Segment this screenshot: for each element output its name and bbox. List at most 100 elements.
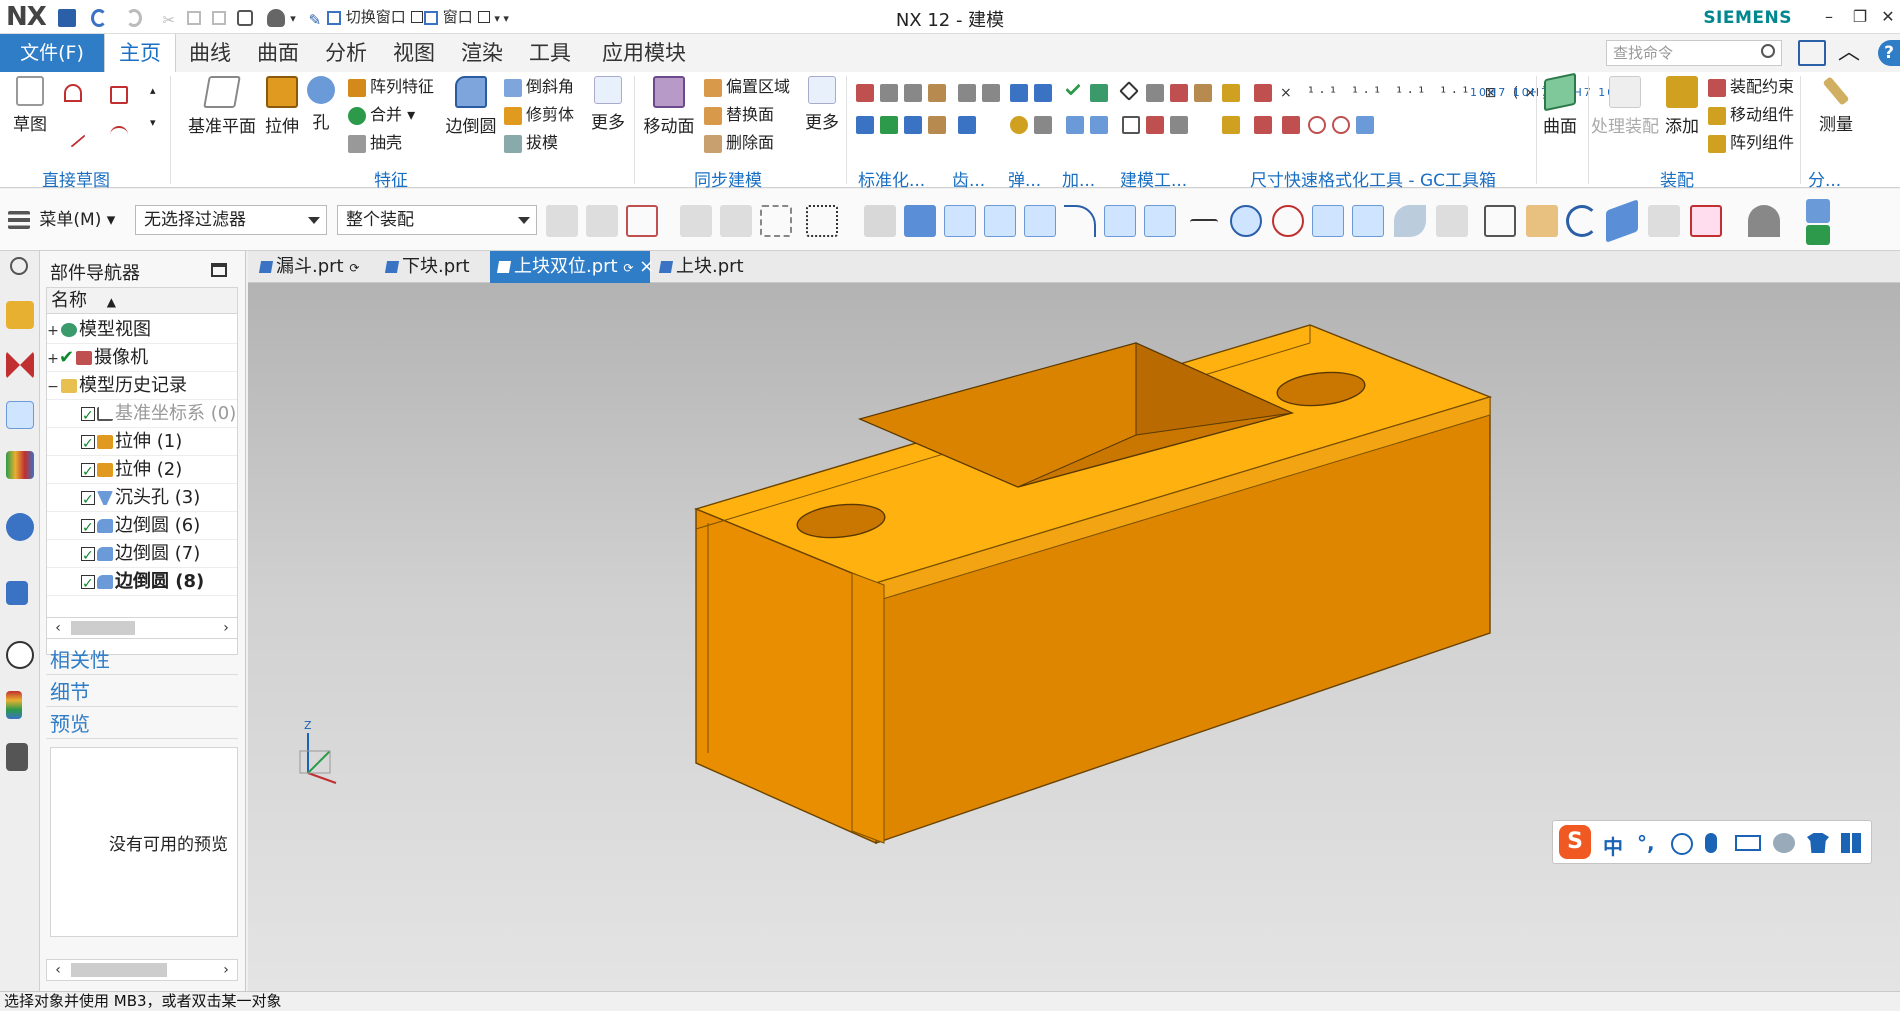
window-menu-button[interactable]: 窗口 ▾ ▾	[424, 6, 509, 28]
model-vertical-blend[interactable]	[851, 572, 885, 844]
dimension-icon[interactable]	[1356, 116, 1374, 134]
tab-curve[interactable]: 曲线	[180, 34, 240, 72]
tree-item-current[interactable]: 边倒圆 (8)	[47, 568, 237, 598]
select-body-icon[interactable]	[864, 205, 896, 237]
sync-more-button[interactable]: 更多	[804, 76, 840, 133]
surface-button[interactable]: 曲面	[1538, 72, 1582, 137]
hole-button[interactable]: 孔	[304, 76, 338, 133]
dimension-icon[interactable]	[1282, 116, 1300, 134]
snap-point-on-curve-icon[interactable]	[1352, 205, 1384, 237]
spring-icon[interactable]	[1034, 116, 1052, 134]
profile-icon[interactable]	[64, 84, 82, 102]
rectangle-icon[interactable]	[110, 86, 128, 104]
hd3d-tools-icon[interactable]	[6, 513, 34, 541]
line-icon[interactable]	[60, 122, 86, 148]
web-browser-icon[interactable]	[6, 581, 28, 605]
pen-icon[interactable]: ✎	[309, 9, 327, 29]
assembly-navigator-icon[interactable]	[6, 301, 34, 329]
fit-icon[interactable]	[1690, 205, 1722, 237]
collapse-ribbon-icon[interactable]: ︿	[1836, 40, 1862, 66]
tree-item[interactable]: 边倒圆 (6)	[47, 512, 237, 542]
snap-center-icon[interactable]	[1230, 205, 1262, 237]
spring-icon[interactable]	[1010, 116, 1028, 134]
filter-settings-icon[interactable]	[546, 205, 578, 237]
tree-item[interactable]: 基准坐标系 (0)	[47, 400, 237, 430]
grid-icon[interactable]	[1436, 205, 1468, 237]
snap-intersection-icon[interactable]	[1190, 219, 1218, 235]
snap-midpoint-icon[interactable]	[1024, 205, 1056, 237]
gc-tool-icon[interactable]	[1222, 84, 1240, 102]
dependencies-panel-header[interactable]: 相关性	[46, 645, 238, 675]
snap-curve-icon[interactable]	[1144, 205, 1176, 237]
add-component-button[interactable]: 添加	[1662, 76, 1702, 137]
user-icon[interactable]	[1773, 833, 1795, 853]
modeling-tool-icon[interactable]	[1194, 84, 1212, 102]
main-menu-button[interactable]: 菜单(M) ▾	[8, 205, 115, 235]
standard-part-icon[interactable]	[856, 84, 874, 102]
tree-item[interactable]: 边倒圆 (7)	[47, 540, 237, 570]
gear-icon[interactable]	[958, 116, 976, 134]
reset-filter-icon[interactable]	[586, 205, 618, 237]
add-icon[interactable]	[1090, 116, 1108, 134]
dimension-icon[interactable]	[1308, 116, 1326, 134]
system-materials-icon[interactable]	[6, 691, 22, 719]
snap-enable-icon[interactable]	[944, 205, 976, 237]
skin-shirt-icon[interactable]	[1807, 833, 1829, 853]
restore-button[interactable]: ❐	[1846, 4, 1874, 30]
expand-icon[interactable]: +	[47, 317, 59, 345]
spring-icon[interactable]	[1010, 84, 1028, 102]
tree-item[interactable]: +✔ 摄像机	[47, 344, 237, 372]
sketch-more-icon[interactable]: ▴	[150, 80, 156, 102]
view-orientation-icon[interactable]	[1748, 205, 1780, 237]
collapse-icon[interactable]: −	[47, 373, 59, 401]
standard-part-icon[interactable]	[904, 116, 922, 134]
reuse-library-icon[interactable]	[6, 451, 34, 479]
scrollbar-thumb[interactable]	[71, 963, 167, 977]
extrude-button[interactable]: 拉伸	[262, 76, 302, 137]
snap-existing-point-icon[interactable]	[1312, 205, 1344, 237]
doc-tab-active[interactable]: 上块双位.prt ⟳ ×	[490, 251, 654, 283]
pan-icon[interactable]	[1526, 205, 1558, 237]
checkbox[interactable]	[81, 486, 95, 514]
part-navigator-icon[interactable]	[6, 401, 34, 429]
type-filter-select[interactable]: 无选择过滤器	[135, 205, 327, 235]
checkbox[interactable]	[81, 570, 95, 598]
delete-face-button[interactable]: 删除面	[704, 132, 774, 154]
tab-home[interactable]: 主页	[104, 34, 176, 72]
standard-part-icon[interactable]	[880, 84, 898, 102]
file-menu[interactable]: 文件(F)	[0, 34, 104, 72]
feature-more-button[interactable]: 更多	[590, 76, 626, 133]
ime-punctuation-toggle[interactable]: °,	[1637, 831, 1655, 855]
role-icon[interactable]	[6, 743, 28, 771]
copy-icon[interactable]	[187, 10, 202, 25]
standard-part-icon[interactable]	[928, 116, 946, 134]
redo-icon[interactable]	[125, 8, 142, 27]
chevron-left-icon[interactable]: ‹	[49, 960, 67, 980]
modeling-tool-icon[interactable]	[1170, 84, 1188, 102]
snap-quadrant-icon[interactable]	[1272, 205, 1304, 237]
select-face-icon[interactable]	[904, 205, 936, 237]
measure-button[interactable]: 测量	[1814, 76, 1858, 135]
checkbox[interactable]	[81, 514, 95, 542]
keyboard-icon[interactable]	[1735, 835, 1761, 851]
tree-item[interactable]: 拉伸 (1)	[47, 428, 237, 458]
check-icon[interactable]	[1065, 80, 1081, 96]
dimension-icon[interactable]	[1332, 116, 1350, 134]
tab-application[interactable]: 应用模块	[592, 34, 696, 72]
snap-control-point-icon[interactable]	[1104, 205, 1136, 237]
preview-panel-header[interactable]: 预览	[46, 709, 238, 739]
tab-tools[interactable]: 工具	[520, 34, 580, 72]
command-search-input[interactable]: 查找命令	[1606, 40, 1782, 66]
snap-arc-icon[interactable]	[1064, 205, 1096, 237]
move-component-button[interactable]: 移动组件	[1708, 104, 1794, 126]
pattern-feature-button[interactable]: 阵列特征	[348, 76, 434, 98]
box-select-icon[interactable]	[760, 205, 792, 237]
tab-surface[interactable]: 曲面	[248, 34, 308, 72]
selection-intent-icon[interactable]	[680, 205, 712, 237]
standard-part-icon[interactable]	[928, 84, 946, 102]
draft-button[interactable]: 拔模	[504, 132, 558, 154]
toolbox-grid-icon[interactable]	[1841, 833, 1861, 853]
settings-gear-icon[interactable]	[10, 257, 28, 275]
group-analysis[interactable]: 分...	[1808, 166, 1841, 191]
zoom-icon[interactable]	[1484, 205, 1516, 237]
